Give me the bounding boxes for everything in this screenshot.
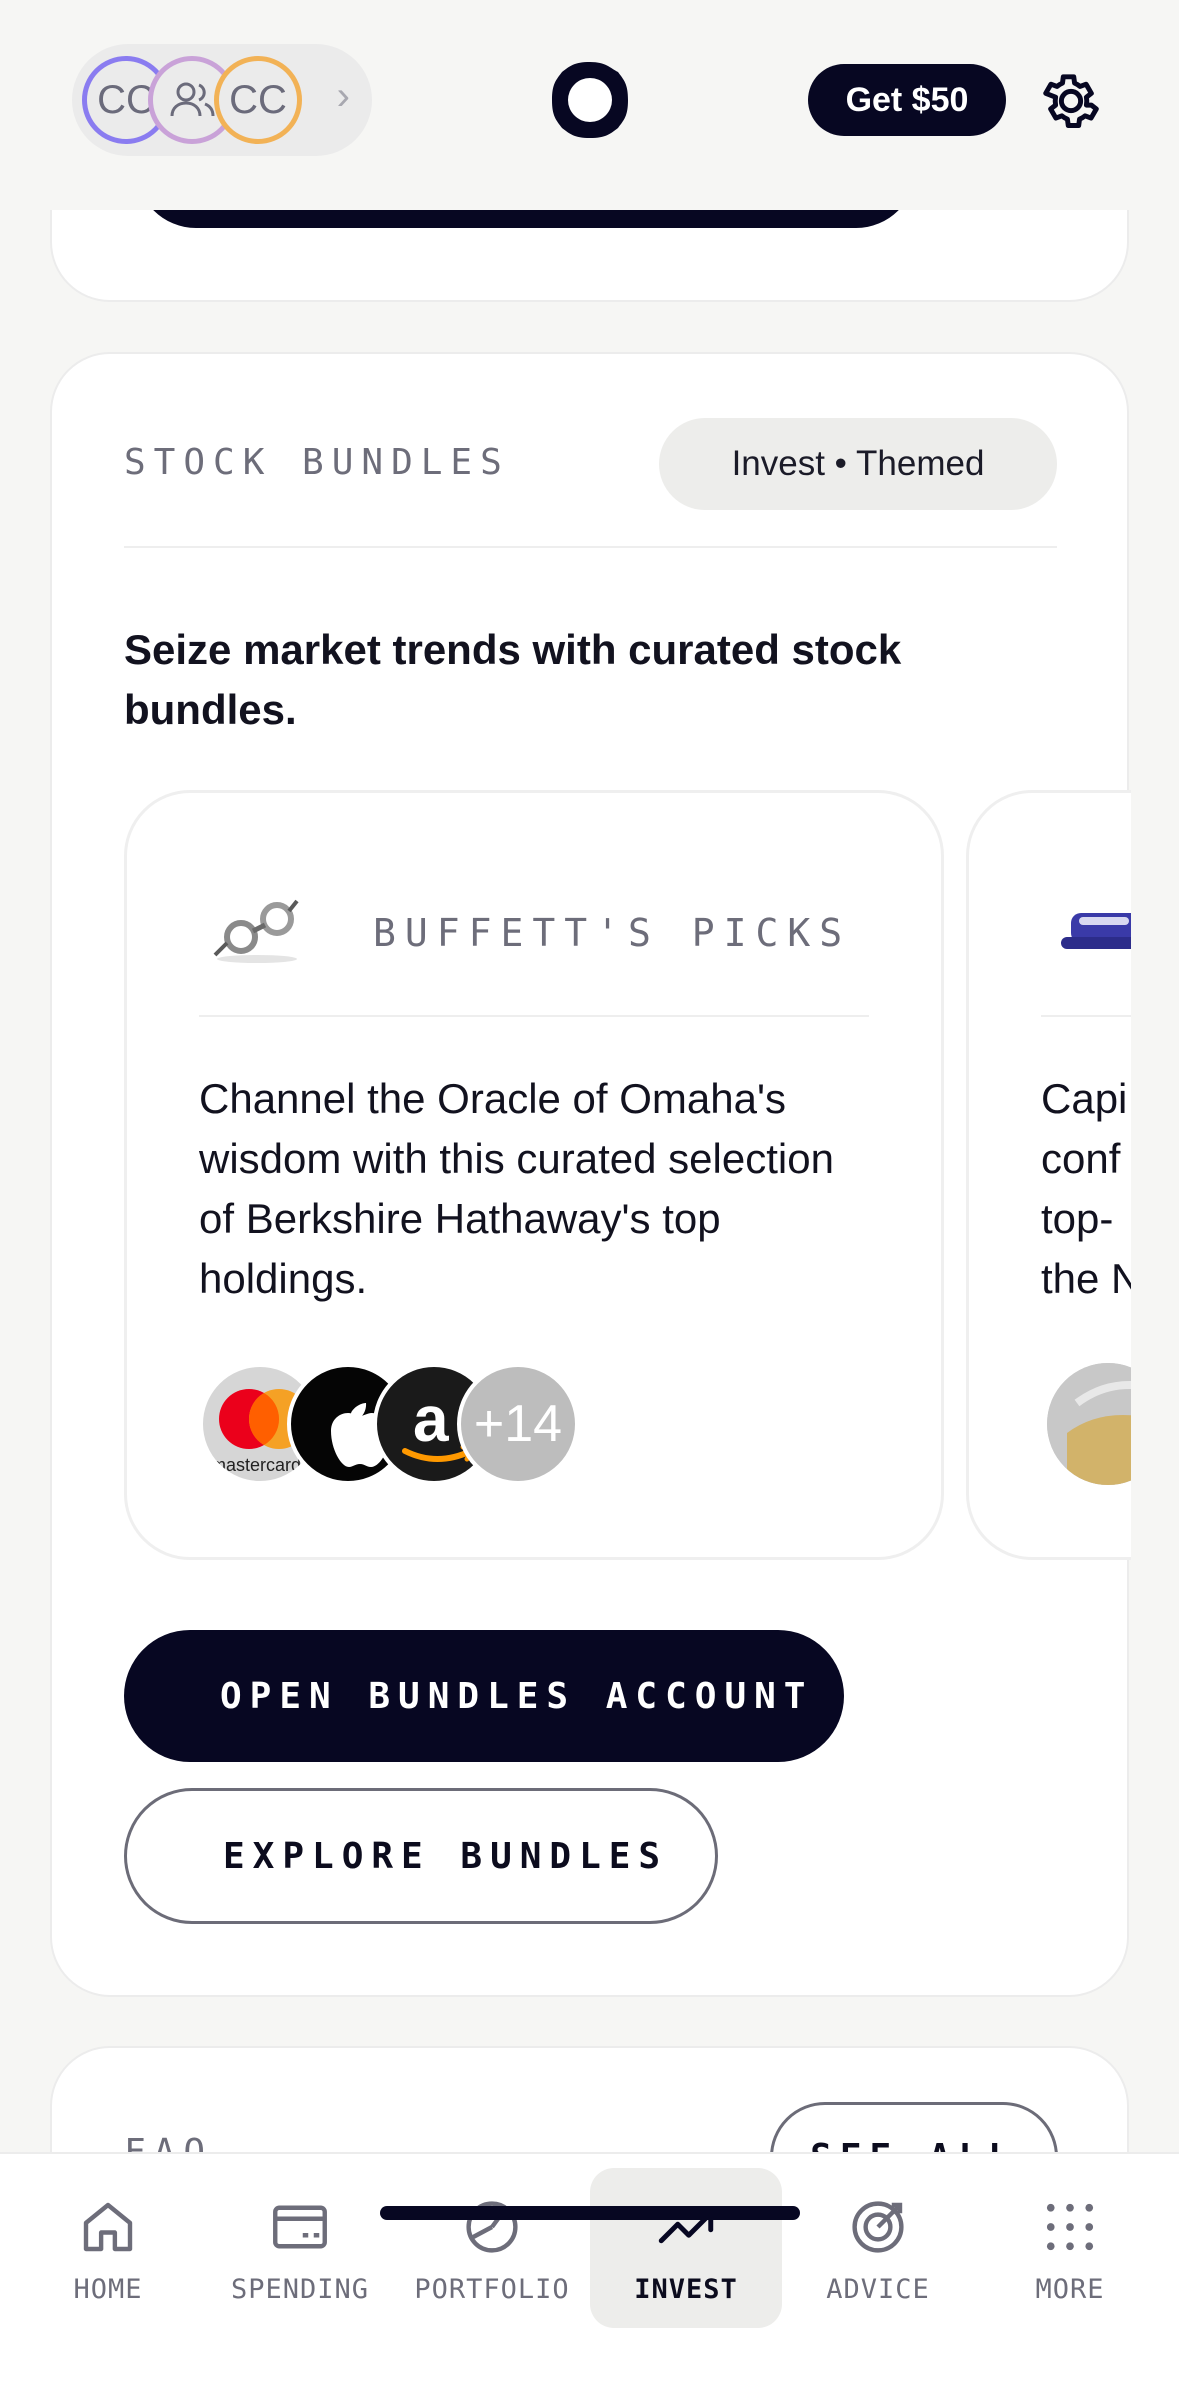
divider — [1041, 1015, 1131, 1017]
holdings-logos: mastercard a +14 — [199, 1363, 599, 1485]
tab-label: HOME — [73, 2274, 143, 2305]
bundle-title: BUFFETT'S PICKS — [373, 911, 852, 955]
trending-up-icon — [658, 2210, 714, 2244]
tab-more[interactable]: MORE — [974, 2168, 1166, 2328]
tab-label: INVEST — [634, 2274, 738, 2305]
tab-home[interactable]: HOME — [12, 2168, 204, 2328]
tab-label: ADVICE — [826, 2274, 930, 2305]
bundle-card-buffetts-picks[interactable]: BUFFETT'S PICKS Channel the Oracle of Om… — [124, 790, 944, 1560]
bottom-tab-bar: HOME SPENDING PORTFOLIO INVEST ADVICE MO… — [0, 2152, 1179, 2396]
referral-label: Get $50 — [845, 80, 969, 119]
gear-icon[interactable] — [1038, 68, 1104, 134]
card-icon — [273, 2205, 327, 2249]
bundle-description: Channel the Oracle of Omaha's wisdom wit… — [199, 1075, 834, 1302]
open-bundles-account-button[interactable]: OPEN BUNDLES ACCOUNT — [124, 1630, 844, 1762]
account-avatar-secondary: CC — [214, 56, 302, 144]
section-description: Seize market trends with curated stock b… — [124, 626, 902, 733]
bundles-carousel[interactable]: BUFFETT'S PICKS Channel the Oracle of Om… — [124, 790, 1131, 1560]
category-tag: Invest • Themed — [659, 418, 1057, 510]
app-logo — [552, 62, 628, 138]
stock-bundles-card: STOCK BUNDLES Invest • Themed Seize mark… — [50, 352, 1131, 1997]
divider — [124, 546, 1057, 548]
stapler-icon — [1061, 913, 1131, 949]
tab-label: MORE — [1035, 2274, 1105, 2305]
home-indicator — [380, 2206, 800, 2220]
referral-button[interactable]: Get $50 — [808, 64, 1006, 136]
eyeglasses-icon — [213, 899, 299, 963]
svg-text:mastercard: mastercard — [211, 1455, 301, 1475]
tab-label: SPENDING — [230, 2274, 370, 2305]
tab-spending[interactable]: SPENDING — [204, 2168, 396, 2328]
grid-dots-icon — [1046, 2203, 1094, 2251]
pie-chart-icon — [466, 2201, 518, 2253]
more-holdings-count: +14 — [457, 1363, 579, 1485]
home-icon — [83, 2202, 133, 2252]
bundle-description: Capi conf top- the N — [1041, 1075, 1131, 1302]
people-icon — [170, 82, 215, 117]
chevron-right-icon: › — [336, 74, 350, 118]
account-initials: CC — [97, 77, 155, 122]
explore-bundles-button[interactable]: EXPLORE BUNDLES — [124, 1788, 718, 1924]
tab-advice[interactable]: ADVICE — [782, 2168, 974, 2328]
tab-label: PORTFOLIO — [414, 2274, 570, 2305]
account-switcher[interactable]: CC CC › — [72, 44, 372, 156]
account-initials: CC — [229, 77, 287, 122]
section-title: STOCK BUNDLES — [124, 442, 510, 483]
divider — [199, 1015, 869, 1017]
tab-invest[interactable]: INVEST — [590, 2168, 782, 2328]
target-icon — [852, 2201, 904, 2253]
app-header: CC CC › Get $50 — [0, 0, 1179, 210]
svg-text:a: a — [413, 1383, 449, 1455]
holding-logo — [1047, 1363, 1131, 1485]
bundle-card-next[interactable]: Capi conf top- the N — [966, 790, 1131, 1560]
tab-portfolio[interactable]: PORTFOLIO — [396, 2168, 588, 2328]
